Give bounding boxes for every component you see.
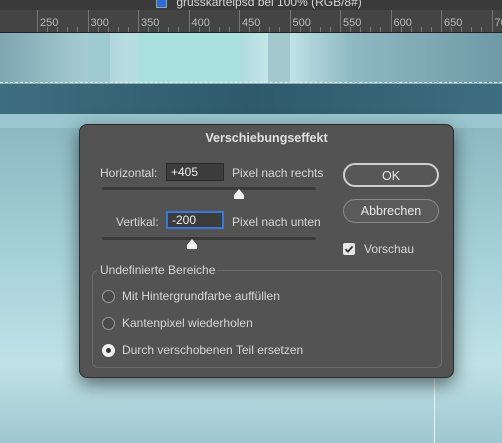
ruler-minor-tick xyxy=(57,27,59,32)
ruler-minor-tick xyxy=(218,27,220,32)
radio-background-fill-label[interactable]: Mit Hintergrundfarbe auffüllen xyxy=(122,289,280,303)
ruler-label: 550 xyxy=(343,17,362,29)
selection-marquee xyxy=(0,82,502,83)
ruler-label: 650 xyxy=(444,17,463,29)
ruler-minor-tick xyxy=(430,27,432,32)
document-tab[interactable]: grusskartelpsd bei 100% (RGB/8#) xyxy=(156,0,362,9)
vertical-input[interactable] xyxy=(166,211,224,229)
ruler-minor-tick xyxy=(198,27,200,32)
ruler-minor-tick xyxy=(360,27,362,32)
ruler-major-tick xyxy=(289,10,291,32)
radio-repeat-edge-pixels[interactable] xyxy=(102,317,115,330)
horizontal-ruler: 250300350400450500550600650700 xyxy=(0,10,502,33)
ruler-label: 400 xyxy=(191,17,210,29)
ruler-minor-tick xyxy=(299,27,301,32)
ruler-minor-tick xyxy=(77,27,79,32)
ruler-minor-tick xyxy=(319,27,321,32)
ruler-major-tick xyxy=(188,10,190,32)
image-segment xyxy=(268,33,290,83)
ruler-minor-tick xyxy=(249,27,251,32)
vertical-unit-label: Pixel nach unten xyxy=(232,215,321,229)
ruler-minor-tick xyxy=(67,27,69,32)
cancel-button[interactable]: Abbrechen xyxy=(343,199,439,223)
ruler-minor-tick xyxy=(451,27,453,32)
ruler-minor-tick xyxy=(97,27,99,32)
ruler-minor-tick xyxy=(259,27,261,32)
image-upper-strip xyxy=(0,33,502,83)
ruler-minor-tick xyxy=(481,27,483,32)
ruler-label: 300 xyxy=(90,17,109,29)
horizontal-input[interactable] xyxy=(166,163,224,181)
ruler-label: 450 xyxy=(242,17,261,29)
ruler-minor-tick xyxy=(420,27,422,32)
image-segment xyxy=(138,33,240,83)
ruler-minor-tick xyxy=(208,27,210,32)
ruler-minor-tick xyxy=(178,27,180,32)
ruler-minor-tick xyxy=(158,27,160,32)
preview-label: Vorschau xyxy=(364,242,415,256)
ruler-major-tick xyxy=(37,10,38,32)
horizontal-slider-thumb[interactable] xyxy=(233,189,244,199)
ruler-minor-tick xyxy=(410,27,412,32)
undefined-areas-title: Undefinierte Bereiche xyxy=(98,263,218,277)
ruler-minor-tick xyxy=(127,27,129,32)
ruler-major-tick xyxy=(239,10,240,32)
ruler-minor-tick xyxy=(47,27,49,32)
ruler-minor-tick xyxy=(168,27,170,32)
vertical-label: Vertikal: xyxy=(116,215,159,229)
ruler-minor-tick xyxy=(269,27,271,32)
image-dark-band xyxy=(0,84,502,114)
ruler-minor-tick xyxy=(279,27,281,32)
document-checkbox-icon xyxy=(156,0,167,9)
radio-repeat-edge-pixels-label[interactable]: Kantenpixel wiederholen xyxy=(122,316,253,330)
ruler-minor-tick xyxy=(471,27,473,32)
horizontal-label: Horizontal: xyxy=(100,166,158,180)
ruler-minor-tick xyxy=(370,27,372,32)
ruler-label: 500 xyxy=(292,17,311,29)
horizontal-slider[interactable] xyxy=(102,187,316,199)
ruler-minor-tick xyxy=(309,27,311,32)
document-title: grusskartelpsd bei 100% (RGB/8#) xyxy=(176,0,362,9)
ruler-minor-tick xyxy=(107,27,109,32)
ruler-minor-tick xyxy=(350,27,352,32)
ruler-minor-tick xyxy=(228,27,230,32)
ruler-minor-tick xyxy=(400,27,402,32)
ruler-minor-tick xyxy=(148,27,150,32)
ruler-major-tick xyxy=(390,10,392,32)
checkmark-icon xyxy=(344,245,354,253)
ruler-minor-tick xyxy=(461,27,463,32)
vertical-slider-thumb[interactable] xyxy=(186,239,197,249)
vertical-slider[interactable] xyxy=(102,237,316,249)
ruler-label: 600 xyxy=(393,17,412,29)
dialog-title: Verschiebungseffekt xyxy=(205,131,328,145)
preview-checkbox[interactable] xyxy=(343,243,355,255)
offset-dialog: Verschiebungseffekt Horizontal: Pixel na… xyxy=(79,124,454,378)
ruler-minor-tick xyxy=(117,27,119,32)
document-tab-bar: grusskartelpsd bei 100% (RGB/8#) xyxy=(0,0,502,10)
ruler-major-tick xyxy=(491,10,493,32)
image-segment xyxy=(88,33,110,83)
ruler-major-tick xyxy=(87,10,89,32)
radio-wrap-around-label[interactable]: Durch verschobenen Teil ersetzen xyxy=(122,343,303,357)
ruler-minor-tick xyxy=(329,27,331,32)
ok-button[interactable]: OK xyxy=(343,163,439,187)
radio-background-fill[interactable] xyxy=(102,290,115,303)
horizontal-unit-label: Pixel nach rechts xyxy=(232,166,324,180)
ruler-major-tick xyxy=(340,10,341,32)
radio-wrap-around[interactable] xyxy=(102,344,115,357)
ruler-major-tick xyxy=(441,10,442,32)
ruler-major-tick xyxy=(138,10,139,32)
ruler-label: 250 xyxy=(40,17,59,29)
ruler-minor-tick xyxy=(380,27,382,32)
ruler-label: 350 xyxy=(141,17,160,29)
